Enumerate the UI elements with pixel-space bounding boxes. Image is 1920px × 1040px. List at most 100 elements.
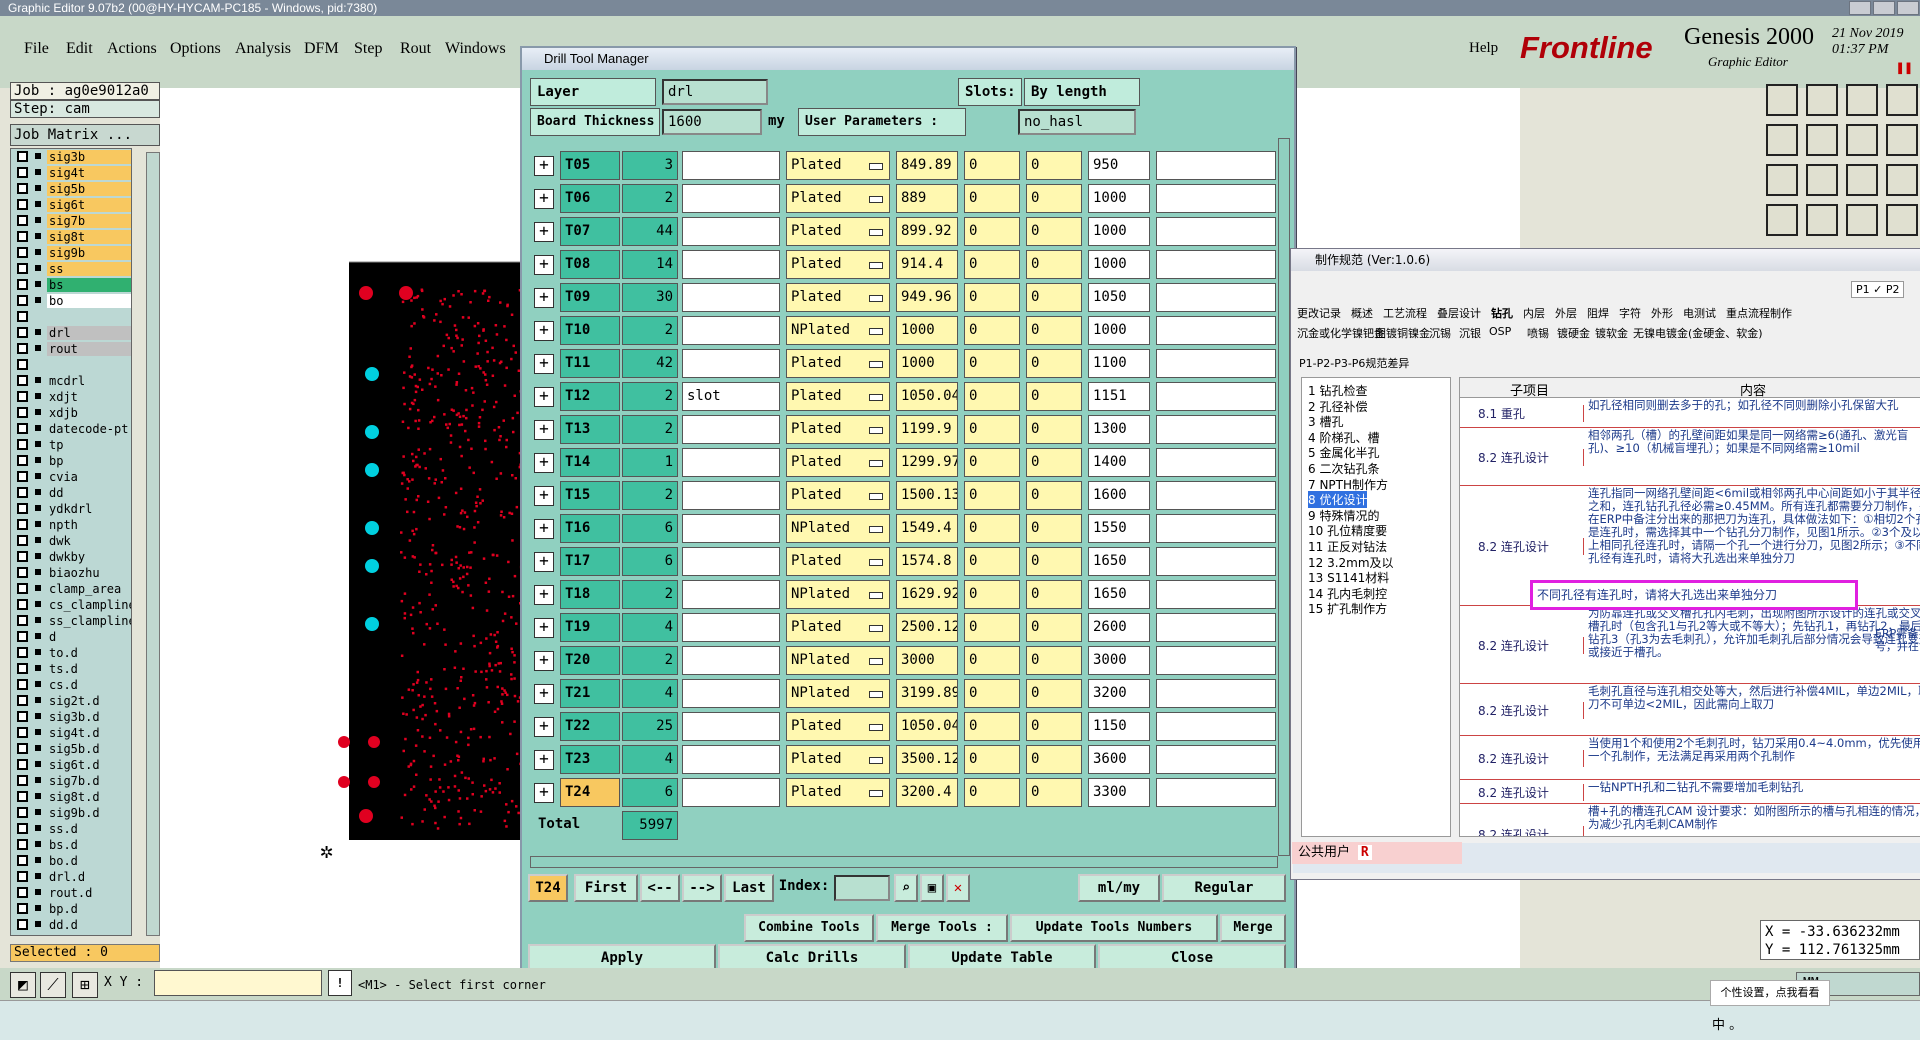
tool-extra[interactable] <box>1156 646 1276 675</box>
tool-size[interactable]: 899.92 <box>896 217 958 246</box>
tree-node[interactable]: 5 金属化半孔 <box>1308 444 1379 461</box>
tool-extra[interactable] <box>1156 679 1276 708</box>
tool-type-select[interactable]: Plated <box>786 448 890 477</box>
layer-checkbox[interactable] <box>17 551 28 562</box>
tool-finish-size[interactable]: 1000 <box>1088 316 1150 345</box>
layer-name[interactable]: sig6t.d <box>47 758 131 772</box>
tree-node[interactable]: 14 孔内毛刺控 <box>1308 585 1387 602</box>
spec-tab[interactable]: 钻孔 <box>1491 305 1513 321</box>
tool-type-select[interactable]: NPlated <box>786 316 890 345</box>
tool-icon[interactable] <box>1886 164 1918 196</box>
tool-size[interactable]: 849.89 <box>896 151 958 180</box>
layer-row[interactable]: bo <box>11 293 131 309</box>
layer-row[interactable]: to.d <box>11 645 131 661</box>
table-row[interactable]: + T09 30 Plated 949.96 0 0 1050 <box>530 281 1278 314</box>
tool-max-tol[interactable]: 0 <box>1026 580 1082 609</box>
tool-type-select[interactable]: Plated <box>786 349 890 378</box>
tool-type-select[interactable]: NPlated <box>786 514 890 543</box>
xy-input[interactable] <box>154 970 322 996</box>
tool-max-tol[interactable]: 0 <box>1026 151 1082 180</box>
table-row[interactable]: + T15 2 Plated 1500.13 0 0 1600 <box>530 479 1278 512</box>
layer-row[interactable]: bp <box>11 453 131 469</box>
layer-name[interactable]: rout <box>47 342 131 356</box>
tool-extra[interactable] <box>1156 217 1276 246</box>
tool-description[interactable] <box>682 580 780 609</box>
user-params-input[interactable]: no_hasl <box>1018 109 1136 135</box>
layer-checkbox[interactable] <box>17 295 28 306</box>
tool-icon[interactable] <box>1766 124 1798 156</box>
table-row[interactable]: + T21 4 NPlated 3199.89 0 0 3200 <box>530 677 1278 710</box>
layer-checkbox[interactable] <box>17 823 28 834</box>
layer-name[interactable]: xdjb <box>47 406 131 420</box>
expand-icon[interactable]: + <box>534 486 554 506</box>
tool-finish-size[interactable]: 3600 <box>1088 745 1150 774</box>
maximize-button[interactable] <box>1873 1 1895 15</box>
tool-type-select[interactable]: Plated <box>786 151 890 180</box>
layer-row[interactable]: sig6t.d <box>11 757 131 773</box>
tree-node[interactable]: 15 扩孔制作方 <box>1308 600 1387 617</box>
tool-min-tol[interactable]: 0 <box>964 679 1020 708</box>
grid-icon[interactable]: ⊞ <box>72 972 98 998</box>
tool-type-select[interactable]: Plated <box>786 382 890 411</box>
layer-name[interactable]: bs.d <box>47 838 131 852</box>
layer-row[interactable]: d <box>11 629 131 645</box>
layer-name[interactable]: ydkdrl <box>47 502 131 516</box>
layer-row[interactable]: sig3b <box>11 149 131 165</box>
layer-name[interactable]: xdjt <box>47 390 131 404</box>
tool-description[interactable] <box>682 316 780 345</box>
tool-type-select[interactable]: Plated <box>786 712 890 741</box>
tree-node[interactable]: 12 3.2mm及以 <box>1308 554 1394 571</box>
layer-name[interactable]: sig9b.d <box>47 806 131 820</box>
tool-max-tol[interactable]: 0 <box>1026 547 1082 576</box>
table-row[interactable]: + T18 2 NPlated 1629.92 0 0 1650 <box>530 578 1278 611</box>
layer-checkbox[interactable] <box>17 743 28 754</box>
tool-extra[interactable] <box>1156 514 1276 543</box>
layer-name[interactable]: sig8t.d <box>47 790 131 804</box>
layer-checkbox[interactable] <box>17 471 28 482</box>
tool-max-tol[interactable]: 0 <box>1026 283 1082 312</box>
tool-type-select[interactable]: NPlated <box>786 679 890 708</box>
spec-tab[interactable]: 字符 <box>1619 305 1641 321</box>
grid-vertical-scrollbar[interactable] <box>1278 138 1290 856</box>
tool-icon[interactable] <box>1886 204 1918 236</box>
tool-extra[interactable] <box>1156 580 1276 609</box>
layer-row[interactable]: sig9b.d <box>11 805 131 821</box>
tool-max-tol[interactable]: 0 <box>1026 382 1082 411</box>
layer-checkbox[interactable] <box>17 327 28 338</box>
layer-name[interactable]: tp.d <box>47 934 131 935</box>
expand-icon[interactable]: + <box>534 453 554 473</box>
tool-finish-size[interactable]: 2600 <box>1088 613 1150 642</box>
spec-tab[interactable]: 图镀铜镍金 <box>1375 325 1430 341</box>
tool-description[interactable] <box>682 481 780 510</box>
layer-name[interactable]: clamp_area <box>47 582 131 596</box>
layer-checkbox[interactable] <box>17 311 28 322</box>
layer-checkbox[interactable] <box>17 839 28 850</box>
layer-checkbox[interactable] <box>17 535 28 546</box>
table-row[interactable]: + T07 44 Plated 899.92 0 0 1000 <box>530 215 1278 248</box>
layer-row[interactable]: clamp_area <box>11 581 131 597</box>
tool-extra[interactable] <box>1156 415 1276 444</box>
menu-dfm[interactable]: DFM <box>304 40 339 58</box>
tool-finish-size[interactable]: 1150 <box>1088 712 1150 741</box>
table-row[interactable]: + T05 3 Plated 849.89 0 0 950 <box>530 149 1278 182</box>
tool-description[interactable] <box>682 250 780 279</box>
layer-name[interactable]: cs.d <box>47 678 131 692</box>
tool-description[interactable] <box>682 217 780 246</box>
tree-node[interactable]: 9 特殊情况的 <box>1308 507 1379 524</box>
tool-min-tol[interactable]: 0 <box>964 646 1020 675</box>
layer-name[interactable]: dd <box>47 486 131 500</box>
tool-type-select[interactable]: Plated <box>786 415 890 444</box>
tree-node[interactable]: 2 孔径补偿 <box>1308 398 1367 415</box>
layer-row[interactable]: bs.d <box>11 837 131 853</box>
layer-row[interactable]: bo.d <box>11 853 131 869</box>
minimize-button[interactable] <box>1849 1 1871 15</box>
tool-description[interactable] <box>682 448 780 477</box>
layer-row[interactable]: dwkby <box>11 549 131 565</box>
layer-name[interactable]: sig7b <box>47 214 131 228</box>
tool-finish-size[interactable]: 3000 <box>1088 646 1150 675</box>
tool-finish-size[interactable]: 1000 <box>1088 217 1150 246</box>
tool-finish-size[interactable]: 1300 <box>1088 415 1150 444</box>
tool-min-tol[interactable]: 0 <box>964 151 1020 180</box>
spec-tab[interactable]: 阻焊 <box>1587 305 1609 321</box>
spec-tab[interactable]: 概述 <box>1351 305 1373 321</box>
